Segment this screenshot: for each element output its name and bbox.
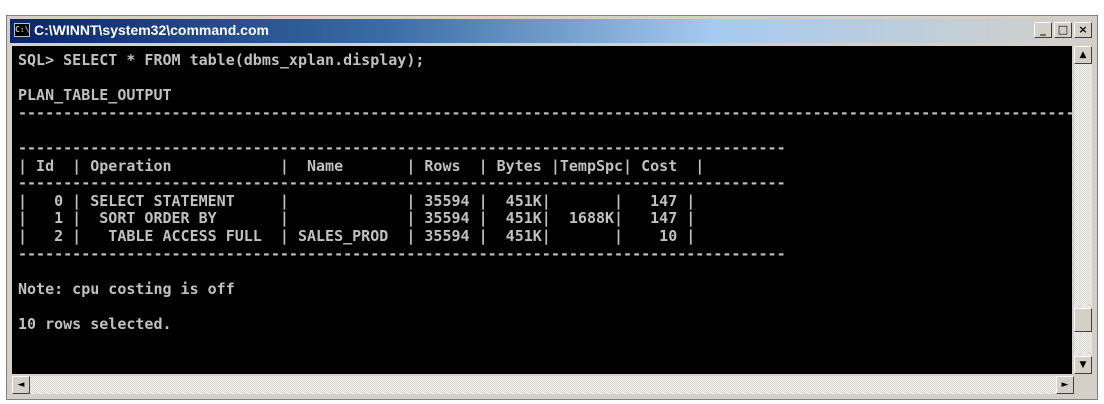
window-controls: _ □ × bbox=[1032, 22, 1092, 38]
scroll-left-button[interactable]: ◄ bbox=[12, 376, 30, 394]
vertical-scrollbar[interactable]: ▲ ▼ bbox=[1074, 46, 1092, 374]
close-button[interactable]: × bbox=[1074, 22, 1092, 38]
console-line: | 0 | SELECT STATEMENT | | 35594 | 451K|… bbox=[18, 191, 696, 210]
minimize-button[interactable]: _ bbox=[1034, 22, 1052, 38]
scroll-down-button[interactable]: ▼ bbox=[1074, 356, 1092, 374]
console-line: 10 rows selected. bbox=[18, 314, 172, 333]
window-title: C:\WINNT\system32\command.com bbox=[34, 22, 269, 38]
console-line: ----------------------------------------… bbox=[18, 244, 786, 263]
scroll-up-button[interactable]: ▲ bbox=[1074, 46, 1092, 64]
console-window: C:\ C:\WINNT\system32\command.com _ □ × … bbox=[6, 15, 1098, 400]
scroll-right-button[interactable]: ► bbox=[1056, 376, 1074, 394]
console-line: ----------------------------------------… bbox=[18, 138, 786, 157]
scrollbar-corner bbox=[1074, 376, 1092, 394]
vertical-scroll-thumb[interactable] bbox=[1074, 308, 1092, 332]
console-output-area[interactable]: SQL> SELECT * FROM table(dbms_xplan.disp… bbox=[12, 46, 1072, 374]
console-line: SQL> SELECT * FROM table(dbms_xplan.disp… bbox=[18, 51, 425, 69]
title-bar[interactable]: C:\ C:\WINNT\system32\command.com _ □ × bbox=[10, 19, 1094, 43]
maximize-button[interactable]: □ bbox=[1054, 22, 1072, 38]
console-window-icon[interactable]: C:\ bbox=[14, 23, 30, 37]
console-line: ----------------------------------------… bbox=[18, 103, 1072, 122]
console-line: | 1 | SORT ORDER BY | | 35594 | 451K| 16… bbox=[18, 209, 696, 228]
console-line: ----------------------------------------… bbox=[18, 174, 786, 193]
console-line: Note: cpu costing is off bbox=[18, 279, 235, 298]
horizontal-scrollbar[interactable]: ◄ ► bbox=[12, 376, 1074, 394]
console-line: PLAN_TABLE_OUTPUT bbox=[18, 86, 172, 105]
console-line: | Id | Operation | Name | Rows | Bytes |… bbox=[18, 156, 705, 175]
console-text: SQL> SELECT * FROM table(dbms_xplan.disp… bbox=[12, 46, 1072, 334]
console-line: | 2 | TABLE ACCESS FULL | SALES_PROD | 3… bbox=[18, 226, 696, 245]
